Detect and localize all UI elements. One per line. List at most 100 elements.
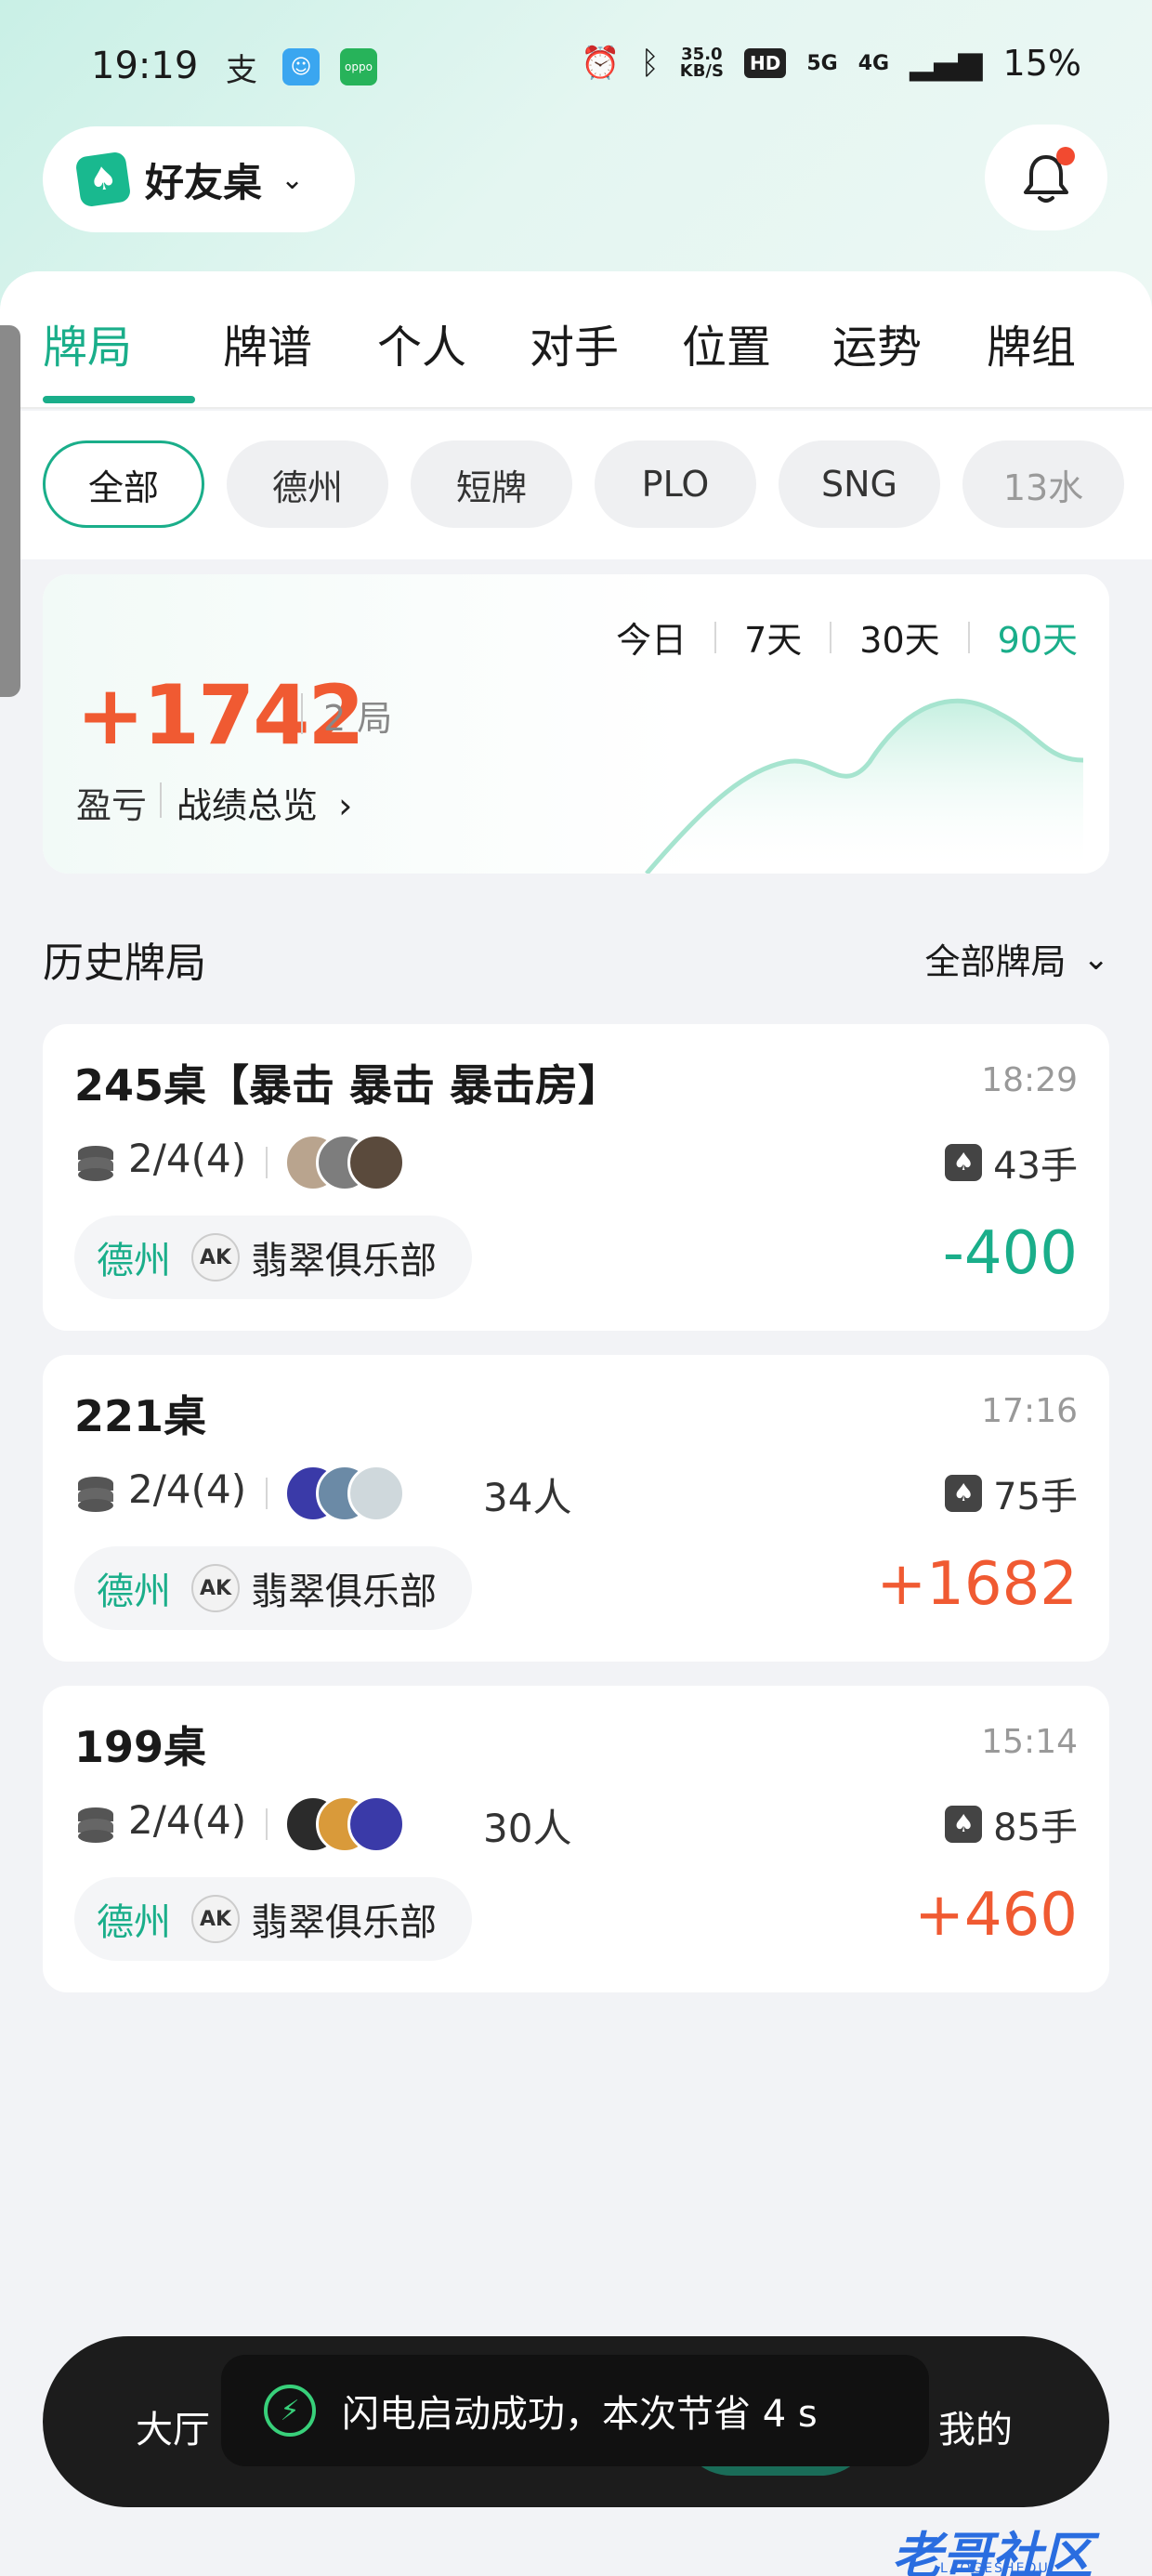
summary-card: 今日 7天 30天 90天 +1742 2 局 盈亏 战绩总览 ›	[43, 574, 1109, 874]
hands-label: 85手	[993, 1807, 1078, 1849]
game-result: +460	[914, 1881, 1078, 1950]
stats-overview-link[interactable]: 战绩总览 ›	[177, 777, 352, 828]
tab-position[interactable]: 位置	[682, 310, 771, 375]
chips-icon	[78, 1146, 113, 1181]
game-type-filter: 全部 德州 短牌 PLO SNG 13水	[0, 411, 1152, 559]
club-name: 翡翠俱乐部	[251, 1901, 437, 1944]
period-7d[interactable]: 7天	[716, 611, 830, 663]
profit-label: 盈亏	[76, 785, 148, 826]
notification-dot	[1056, 147, 1075, 165]
notification-button[interactable]	[985, 125, 1107, 230]
status-bar: 19:19 支 ☺ oppo ⏰ ᛒ 35.0 KB/S HD 5G 4G ▂▄…	[0, 0, 1152, 139]
game-club-tag: 德州 AK 翡翠俱乐部	[74, 1877, 472, 1961]
history-filter-label: 全部牌局	[924, 941, 1067, 982]
hands-count: ♠ 43手	[945, 1136, 1078, 1189]
player-avatars	[284, 1465, 470, 1522]
avatar	[347, 1795, 405, 1853]
spade-icon: ♠	[945, 1475, 983, 1512]
game-time: 15:14	[981, 1723, 1078, 1761]
nav-me[interactable]: 我的	[938, 2399, 1013, 2453]
club-logo-icon: AK	[191, 1895, 240, 1943]
game-type: 德州	[97, 1901, 171, 1944]
player-avatars	[284, 1134, 470, 1191]
period-30d[interactable]: 30天	[831, 611, 967, 663]
game-card[interactable]: 221桌 17:16 2/4(4) 34人 ♠ 75手 德州 AK 翡翠俱乐部 …	[43, 1355, 1109, 1662]
chevron-down-icon: ⌄	[1082, 940, 1110, 978]
chip-13-water[interactable]: 13水	[962, 440, 1124, 528]
period-today[interactable]: 今日	[588, 611, 714, 663]
room-switcher[interactable]: ♠ 好友桌 ⌄	[43, 126, 355, 232]
hands-count: ♠ 85手	[945, 1797, 1078, 1851]
game-club-tag: 德州 AK 翡翠俱乐部	[74, 1216, 472, 1299]
game-time: 17:16	[981, 1392, 1078, 1430]
hands-count: ♠ 75手	[945, 1466, 1078, 1520]
tab-hand-history[interactable]: 牌谱	[223, 310, 312, 375]
oppo-icon: oppo	[340, 48, 377, 85]
alarm-icon: ⏰	[581, 45, 621, 82]
game-blinds: 2/4(4)	[128, 1797, 247, 1843]
nav-lobby[interactable]: 大厅	[136, 2399, 210, 2453]
chip-short-deck[interactable]: 短牌	[411, 440, 572, 528]
divider	[266, 1478, 268, 1509]
avatar	[347, 1465, 405, 1522]
chevron-right-icon: ›	[338, 785, 353, 826]
hands-label: 43手	[993, 1145, 1078, 1188]
game-result: +1682	[876, 1550, 1079, 1619]
player-count: 34人	[483, 1475, 572, 1520]
tab-card-groups[interactable]: 牌组	[987, 310, 1076, 375]
tab-bar: 牌局 牌谱 个人 对手 位置 运势 牌组	[0, 271, 1152, 409]
hd-badge: HD	[743, 48, 787, 78]
club-name: 翡翠俱乐部	[251, 1240, 437, 1282]
game-title: 199桌	[74, 1722, 207, 1772]
chip-sng[interactable]: SNG	[779, 440, 940, 528]
game-result: -400	[942, 1219, 1078, 1288]
game-time: 18:29	[981, 1061, 1078, 1099]
chevron-down-icon: ⌄	[281, 163, 305, 196]
game-title: 221桌	[74, 1391, 207, 1441]
game-club-tag: 德州 AK 翡翠俱乐部	[74, 1546, 472, 1630]
battery-level: 15%	[1002, 43, 1081, 84]
toast-text: 闪电启动成功，本次节省 4 s	[342, 2393, 818, 2436]
cards-icon: ♠	[74, 151, 132, 208]
tab-fortune[interactable]: 运势	[832, 310, 922, 375]
side-drawer-handle[interactable]	[0, 325, 20, 697]
status-right: ⏰ ᛒ 35.0 KB/S HD 5G 4G ▂▄▆ 15%	[581, 43, 1081, 84]
chips-icon	[78, 1807, 113, 1843]
tab-opponents[interactable]: 对手	[530, 310, 619, 375]
game-type: 德州	[97, 1240, 171, 1282]
club-logo-icon: AK	[191, 1564, 240, 1612]
4g-label: 4G	[857, 51, 890, 75]
tab-indicator	[43, 396, 195, 403]
status-time: 19:19	[91, 45, 199, 87]
game-card[interactable]: 199桌 15:14 2/4(4) 30人 ♠ 85手 德州 AK 翡翠俱乐部 …	[43, 1686, 1109, 1992]
period-90d[interactable]: 90天	[970, 611, 1078, 663]
chat-app-icon: ☺	[282, 48, 320, 85]
divider	[301, 693, 303, 734]
stats-overview-label: 战绩总览	[177, 785, 319, 826]
tab-games[interactable]: 牌局	[43, 310, 132, 375]
watermark-sub: LAOGESHEQU	[940, 2561, 1050, 2576]
divider	[160, 782, 162, 818]
trend-chart	[645, 698, 1083, 874]
chip-all[interactable]: 全部	[43, 440, 204, 528]
avatar	[347, 1134, 405, 1191]
chip-texas[interactable]: 德州	[227, 440, 388, 528]
profit-total: +1742	[76, 667, 365, 763]
tab-personal[interactable]: 个人	[377, 310, 466, 375]
period-selector: 今日 7天 30天 90天	[588, 611, 1078, 663]
games-count: 2 局	[323, 698, 393, 739]
game-blinds: 2/4(4)	[128, 1136, 247, 1181]
history-filter-dropdown[interactable]: 全部牌局 ⌄	[924, 933, 1109, 984]
game-type: 德州	[97, 1571, 171, 1613]
club-name: 翡翠俱乐部	[251, 1571, 437, 1613]
club-logo-icon: AK	[191, 1233, 240, 1281]
game-blinds: 2/4(4)	[128, 1466, 247, 1512]
spade-icon: ♠	[945, 1806, 983, 1843]
chip-plo[interactable]: PLO	[595, 440, 756, 528]
hands-label: 75手	[993, 1476, 1078, 1518]
game-card[interactable]: 245桌【暴击 暴击 暴击房】 18:29 2/4(4) ♠ 43手 德州 AK…	[43, 1024, 1109, 1331]
room-name: 好友桌	[145, 159, 263, 205]
net-speed-unit: KB/S	[679, 61, 724, 81]
player-count: 30人	[483, 1806, 572, 1851]
divider	[266, 1147, 268, 1178]
